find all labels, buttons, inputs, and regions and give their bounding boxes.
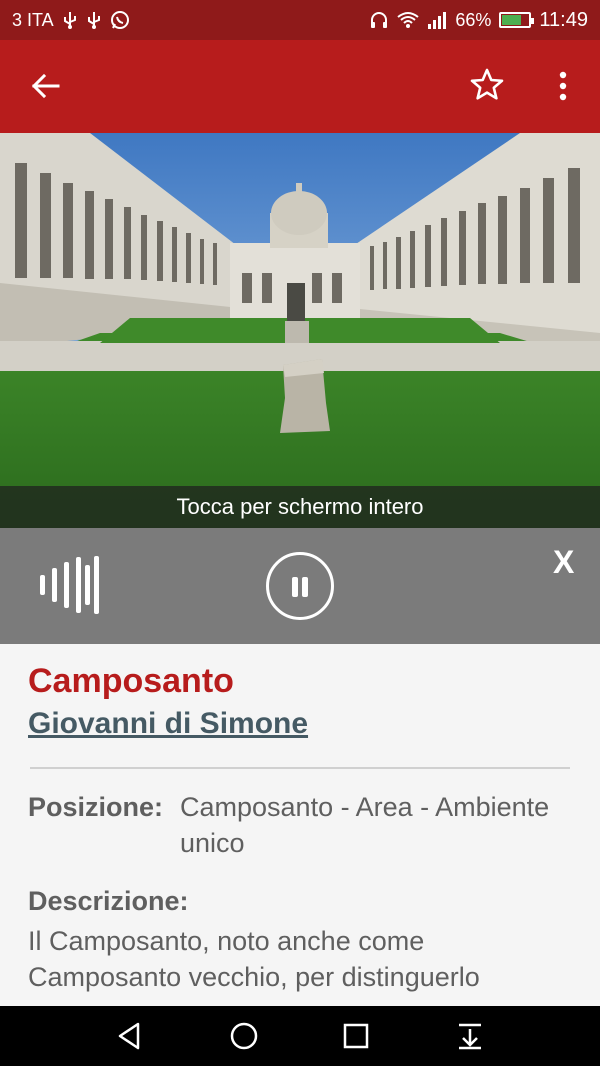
battery-icon — [499, 12, 535, 28]
whatsapp-icon — [110, 10, 130, 30]
notification-pulldown-icon[interactable] — [454, 1020, 486, 1052]
back-arrow-icon[interactable] — [28, 68, 64, 104]
usb-icon — [62, 11, 78, 29]
camposanto-photo — [0, 133, 600, 528]
pause-icon[interactable] — [266, 552, 334, 620]
wifi-icon — [397, 11, 420, 29]
recents-square-icon[interactable] — [340, 1020, 372, 1052]
signal-icon — [427, 11, 447, 29]
more-vert-icon[interactable] — [548, 68, 578, 104]
divider — [30, 767, 570, 769]
position-value: Camposanto - Area - Ambiente unico — [180, 792, 550, 858]
status-left: 3 ITA — [12, 10, 130, 31]
fullscreen-caption[interactable]: Tocca per schermo intero — [0, 486, 600, 528]
status-right: 66% 11:49 — [369, 9, 588, 32]
star-outline-icon[interactable] — [468, 66, 506, 104]
description-label: Descrizione: — [28, 886, 189, 916]
headset-icon — [369, 10, 389, 30]
carrier-label: 3 ITA — [12, 9, 54, 30]
description-text: Il Camposanto, noto anche come Camposant… — [28, 926, 480, 992]
usb-icon — [86, 11, 102, 29]
clock: 11:49 — [539, 8, 588, 31]
close-player-button[interactable]: X — [553, 544, 574, 581]
back-triangle-icon[interactable] — [114, 1020, 146, 1052]
audio-wave-icon — [38, 556, 102, 614]
battery-fill — [502, 15, 521, 25]
hero-image[interactable]: Tocca per schermo intero — [0, 133, 600, 528]
artwork-title: Camposanto — [28, 662, 234, 700]
app-bar — [0, 40, 600, 133]
system-nav-bar — [0, 1006, 600, 1066]
author-link[interactable]: Giovanni di Simone — [28, 707, 308, 741]
battery-percent: 66% — [455, 9, 492, 30]
status-bar: 3 ITA 66% 11:49 — [0, 0, 600, 40]
home-circle-icon[interactable] — [228, 1020, 260, 1052]
detail-content[interactable]: Camposanto Giovanni di Simone Posizione:… — [0, 644, 600, 1006]
position-label: Posizione: — [28, 792, 164, 822]
audio-player: X — [0, 528, 600, 644]
position-row: Posizione: Camposanto - Area - Ambiente … — [28, 789, 572, 861]
